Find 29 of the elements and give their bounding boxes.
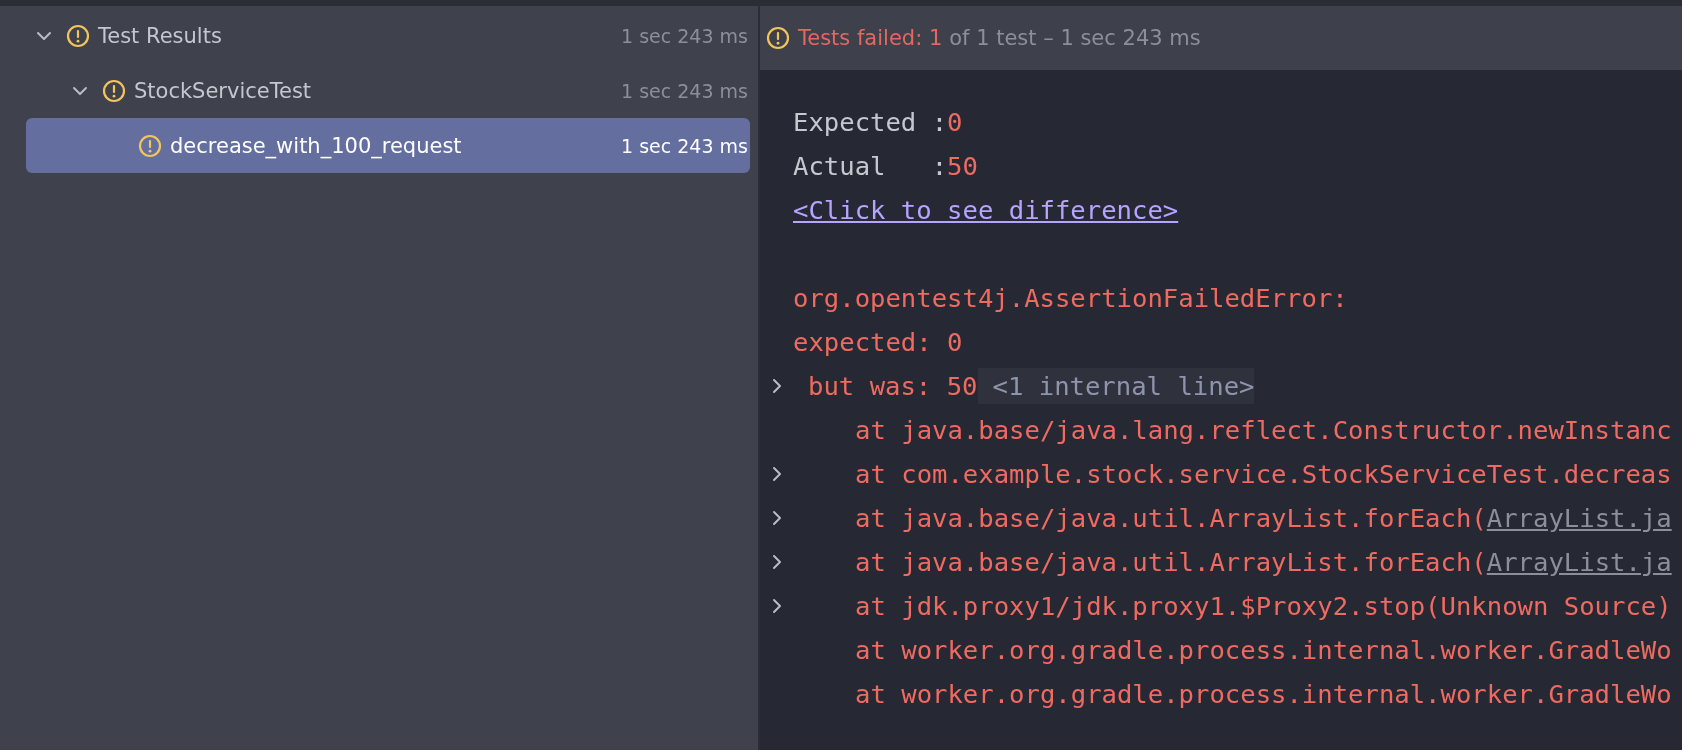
- test-duration: 1 sec 243 ms: [621, 134, 748, 157]
- source-link[interactable]: ArrayList.ja: [1486, 503, 1672, 533]
- stack-frame: at worker.org.gradle.process.internal.worker.GradleWo: [855, 679, 1672, 709]
- error-message: but was: 50: [808, 371, 978, 401]
- test-name: StockServiceTest: [134, 78, 312, 103]
- test-name: decrease_with_100_request: [170, 133, 462, 158]
- stack-frame: at java.base/java.lang.reflect.Constructor.newInstanc: [855, 415, 1672, 445]
- test-duration: 1 sec 243 ms: [621, 24, 748, 47]
- stack-frame: at java.base/java.util.ArrayList.forEach(: [855, 547, 1487, 577]
- tree-item[interactable]: StockServiceTest 1 sec 243 ms: [26, 63, 750, 118]
- tree-item[interactable]: Test Results 1 sec 243 ms: [26, 8, 750, 63]
- tree-item[interactable]: decrease_with_100_request 1 sec 243 ms: [26, 118, 750, 173]
- comparison-label: Expected :: [793, 107, 948, 137]
- stack-frame: at java.base/java.util.ArrayList.forEach(: [855, 503, 1487, 533]
- test-status: Tests failed: 1: [798, 26, 943, 50]
- stack-frame: at jdk.proxy1/jdk.proxy1.$Proxy2.stop(Unknown Source): [855, 591, 1672, 621]
- test-duration: 1 sec 243 ms: [621, 79, 748, 102]
- diff-link[interactable]: <Click to see difference>: [793, 195, 1179, 225]
- stack-frame: at com.example.stock.service.StockServiceTest.decreas: [855, 459, 1672, 489]
- error-message: org.opentest4j.AssertionFailedError:: [793, 283, 1348, 313]
- comparison-value: 50: [947, 151, 978, 181]
- source-link[interactable]: ArrayList.ja: [1486, 547, 1672, 577]
- test-name: Test Results: [98, 23, 222, 48]
- folded-lines[interactable]: <1 internal line>: [977, 368, 1255, 404]
- comparison-label: Actual :: [793, 151, 948, 181]
- error-message: expected: 0: [793, 327, 963, 357]
- stack-frame: at worker.org.gradle.process.internal.worker.GradleWo: [855, 635, 1672, 665]
- comparison-value: 0: [947, 107, 963, 137]
- test-summary: of 1 test – 1 sec 243 ms: [949, 26, 1201, 50]
